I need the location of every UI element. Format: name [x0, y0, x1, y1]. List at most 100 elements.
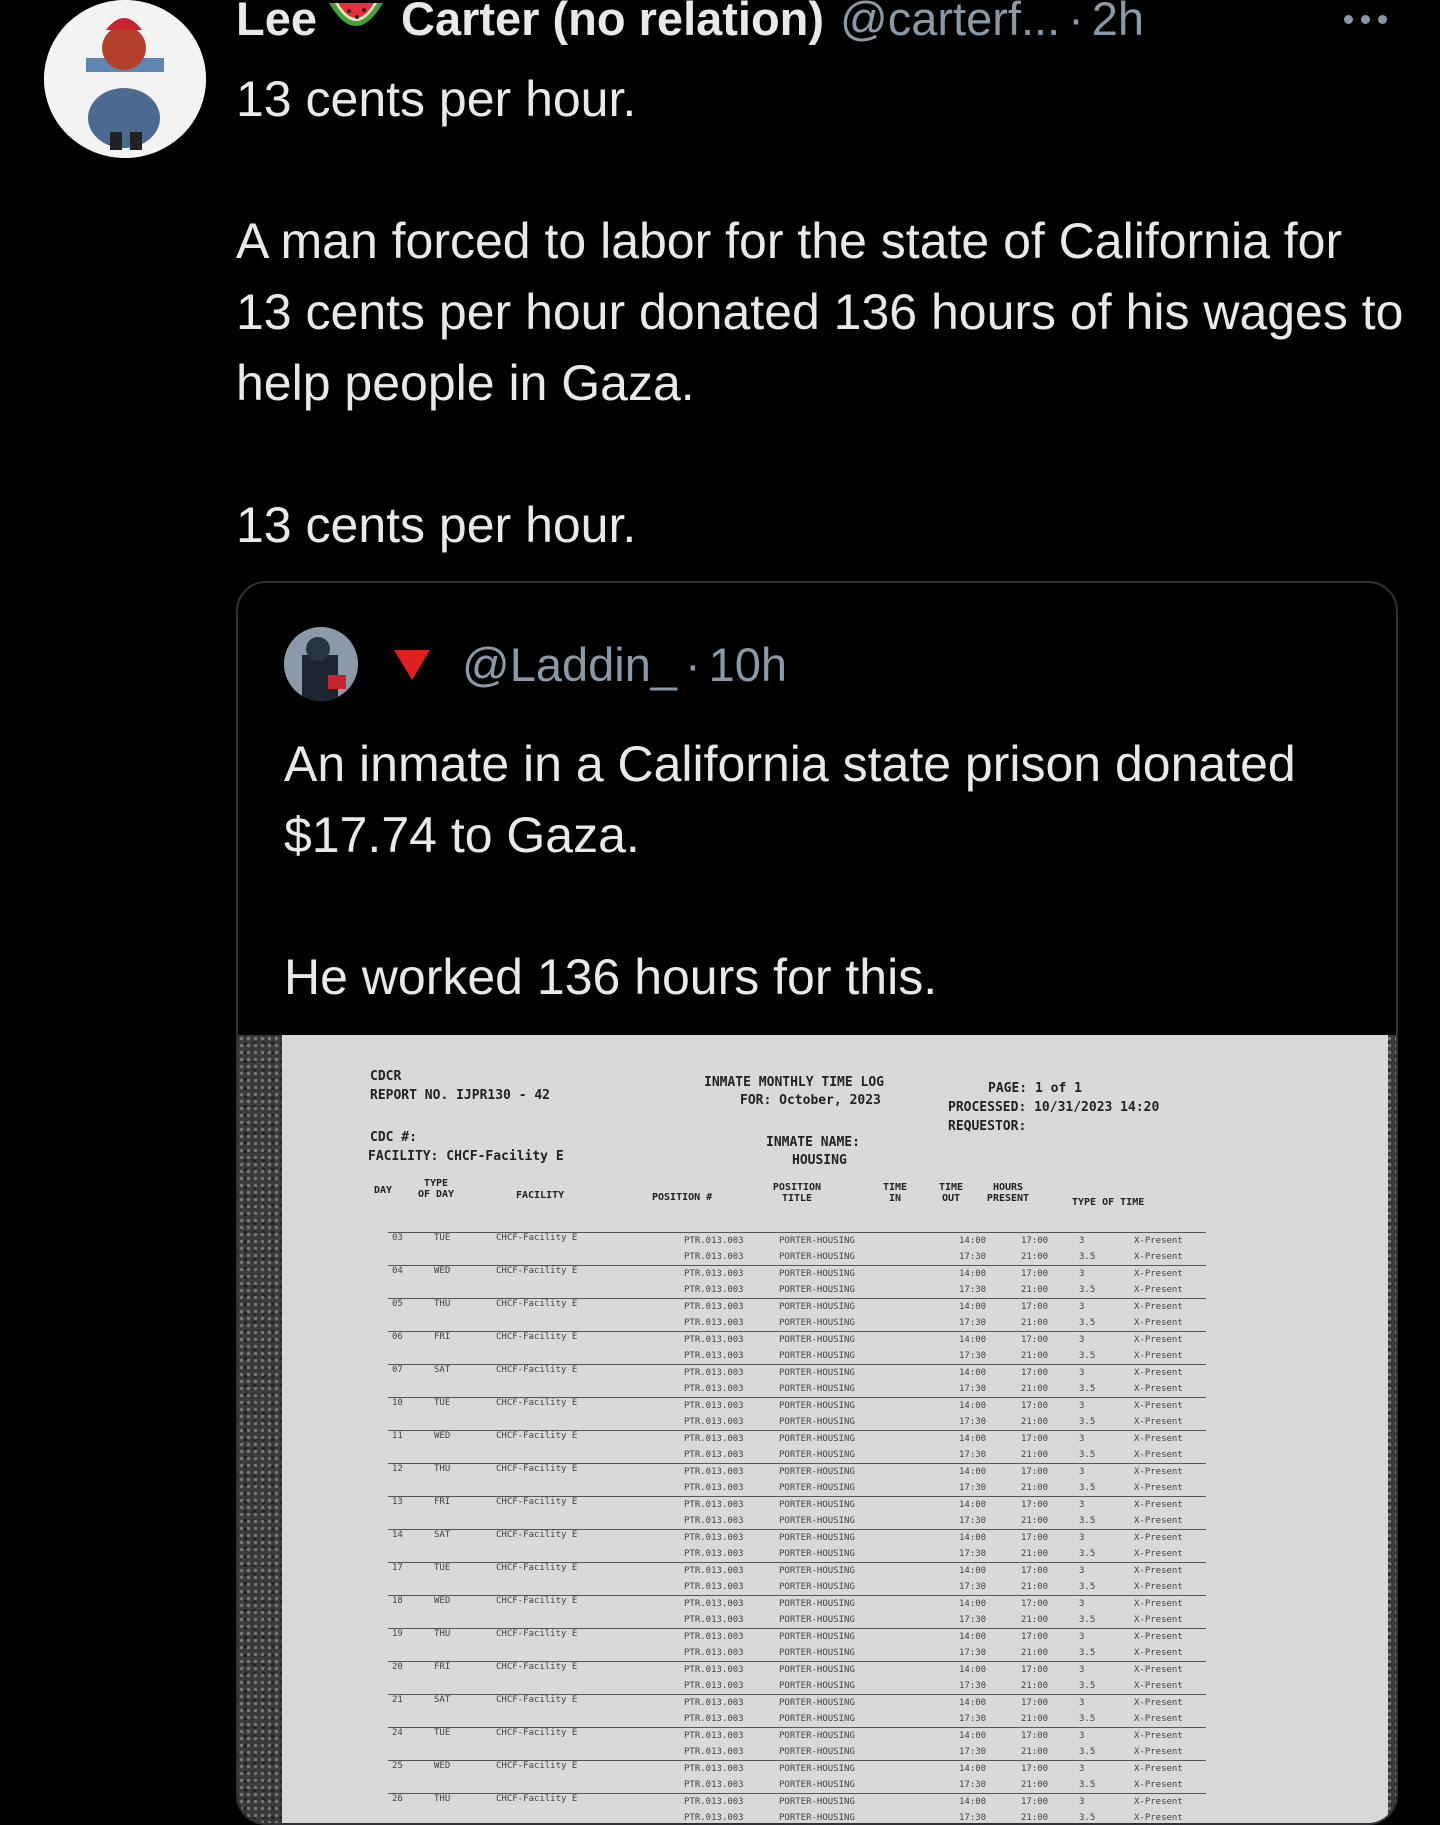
table-cell: FRI [434, 1332, 496, 1365]
cell-line: PTR.013.003 [684, 1497, 779, 1513]
table-cell: THU [434, 1794, 496, 1825]
table-cell: 14:0017:30 [959, 1299, 1021, 1332]
cell-line: PORTER-HOUSING [779, 1678, 959, 1694]
cell-line: 17:00 [1021, 1464, 1079, 1480]
cell-line: PORTER-HOUSING [779, 1546, 959, 1562]
cell-line: PTR.013.003 [684, 1447, 779, 1463]
table-cell: PORTER-HOUSINGPORTER-HOUSING [779, 1233, 959, 1266]
quote-author-avatar[interactable] [284, 627, 358, 701]
table-cell: 20 [388, 1662, 434, 1695]
cell-line: PORTER-HOUSING [779, 1315, 959, 1331]
cell-line: 17:30 [959, 1315, 1021, 1331]
author-name-rest[interactable]: Carter (no relation) [401, 0, 824, 44]
doc-requestor: REQUESTOR: [948, 1119, 1026, 1134]
tweet-time[interactable]: 2h [1092, 0, 1144, 44]
table-cell: PORTER-HOUSINGPORTER-HOUSING [779, 1365, 959, 1398]
table-cell: 33.5 [1079, 1794, 1134, 1825]
cell-line: PTR.013.003 [684, 1233, 779, 1249]
cell-line: X-Present [1134, 1398, 1206, 1414]
table-cell: X-PresentX-Present [1134, 1398, 1206, 1431]
table-cell: 14:0017:30 [959, 1365, 1021, 1398]
cell-line: 3.5 [1079, 1414, 1134, 1430]
cell-line: PORTER-HOUSING [779, 1266, 959, 1282]
cell-line: PORTER-HOUSING [779, 1299, 959, 1315]
cell-line: PORTER-HOUSING [779, 1480, 959, 1496]
cell-line: PORTER-HOUSING [779, 1282, 959, 1298]
cell-line: PTR.013.003 [684, 1315, 779, 1331]
cell-line: PTR.013.003 [684, 1711, 779, 1727]
col-header-day: DAY [374, 1185, 392, 1196]
cell-line: PTR.013.003 [684, 1282, 779, 1298]
table-cell: 17:0021:00 [1021, 1761, 1079, 1794]
table-cell: 21 [388, 1695, 434, 1728]
cell-line: PORTER-HOUSING [779, 1662, 959, 1678]
table-cell: 17:0021:00 [1021, 1497, 1079, 1530]
table-cell: PTR.013.003PTR.013.003 [684, 1332, 779, 1365]
cell-line: 21:00 [1021, 1645, 1079, 1661]
table-cell: 14:0017:30 [959, 1563, 1021, 1596]
cell-line: PORTER-HOUSING [779, 1612, 959, 1628]
cell-line: X-Present [1134, 1678, 1206, 1694]
cell-line: 17:00 [1021, 1497, 1079, 1513]
table-cell: X-PresentX-Present [1134, 1530, 1206, 1563]
table-row: 04WEDCHCF-Facility EPTR.013.003PTR.013.0… [388, 1266, 1206, 1299]
table-cell: PTR.013.003PTR.013.003 [684, 1629, 779, 1662]
tweet-header: Lee Carter (no relation) @carterf... · 2… [236, 0, 1144, 44]
table-cell: SAT [434, 1695, 496, 1728]
doc-processed: PROCESSED: 10/31/2023 14:20 [948, 1100, 1159, 1115]
table-cell: X-PresentX-Present [1134, 1365, 1206, 1398]
cell-line: 3 [1079, 1728, 1134, 1744]
quote-header: @Laddin_ · 10h [284, 627, 787, 701]
table-cell: PORTER-HOUSINGPORTER-HOUSING [779, 1728, 959, 1761]
quote-tweet[interactable]: @Laddin_ · 10h An inmate in a California… [236, 581, 1398, 1825]
cell-line: PTR.013.003 [684, 1431, 779, 1447]
table-cell: 07 [388, 1365, 434, 1398]
cell-line: 3.5 [1079, 1480, 1134, 1496]
table-cell: 17:0021:00 [1021, 1728, 1079, 1761]
cell-line: 3 [1079, 1431, 1134, 1447]
cell-line: 21:00 [1021, 1744, 1079, 1760]
table-row: 13FRICHCF-Facility EPTR.013.003PTR.013.0… [388, 1497, 1206, 1530]
author-avatar[interactable] [44, 0, 206, 158]
cell-line: 17:00 [1021, 1233, 1079, 1249]
cell-line: PTR.013.003 [684, 1761, 779, 1777]
cell-line: PTR.013.003 [684, 1299, 779, 1315]
cell-line: 3 [1079, 1596, 1134, 1612]
table-cell: 17:0021:00 [1021, 1332, 1079, 1365]
cell-line: PTR.013.003 [684, 1332, 779, 1348]
table-cell: PORTER-HOUSINGPORTER-HOUSING [779, 1596, 959, 1629]
table-cell: PTR.013.003PTR.013.003 [684, 1662, 779, 1695]
table-cell: THU [434, 1629, 496, 1662]
cell-line: PORTER-HOUSING [779, 1563, 959, 1579]
cell-line: 17:00 [1021, 1398, 1079, 1414]
cell-line: X-Present [1134, 1315, 1206, 1331]
cell-line: 3 [1079, 1662, 1134, 1678]
cell-line: 3.5 [1079, 1513, 1134, 1529]
doc-org: CDCR [370, 1069, 401, 1084]
quote-time[interactable]: 10h [709, 637, 787, 692]
cell-line: 21:00 [1021, 1315, 1079, 1331]
table-cell: X-PresentX-Present [1134, 1761, 1206, 1794]
cell-line: X-Present [1134, 1299, 1206, 1315]
table-cell: 03 [388, 1233, 434, 1266]
cell-line: 14:00 [959, 1233, 1021, 1249]
doc-inmate-name: INMATE NAME: [766, 1135, 860, 1150]
author-handle[interactable]: @carterf... [840, 0, 1060, 44]
table-cell: 24 [388, 1728, 434, 1761]
col-header-type-of-time: TYPE OF TIME [1072, 1197, 1144, 1208]
more-horizontal-icon[interactable] [1338, 4, 1392, 34]
table-cell: 17:0021:00 [1021, 1398, 1079, 1431]
cell-line: 17:00 [1021, 1266, 1079, 1282]
table-cell: CHCF-Facility E [496, 1728, 684, 1761]
author-name[interactable]: Lee [236, 0, 317, 44]
quote-author-handle[interactable]: @Laddin_ [462, 637, 677, 692]
col-header-hours-present: HOURS PRESENT [982, 1182, 1034, 1204]
table-cell: 33.5 [1079, 1299, 1134, 1332]
table-cell: TUE [434, 1398, 496, 1431]
attached-photo[interactable]: CDCR REPORT NO. IJPR130 - 42 INMATE MONT… [238, 1035, 1396, 1825]
quote-text: An inmate in a California state prison d… [284, 729, 1364, 1013]
table-cell: CHCF-Facility E [496, 1464, 684, 1497]
cell-line: 14:00 [959, 1695, 1021, 1711]
table-cell: 33.5 [1079, 1431, 1134, 1464]
table-row: 05THUCHCF-Facility EPTR.013.003PTR.013.0… [388, 1299, 1206, 1332]
